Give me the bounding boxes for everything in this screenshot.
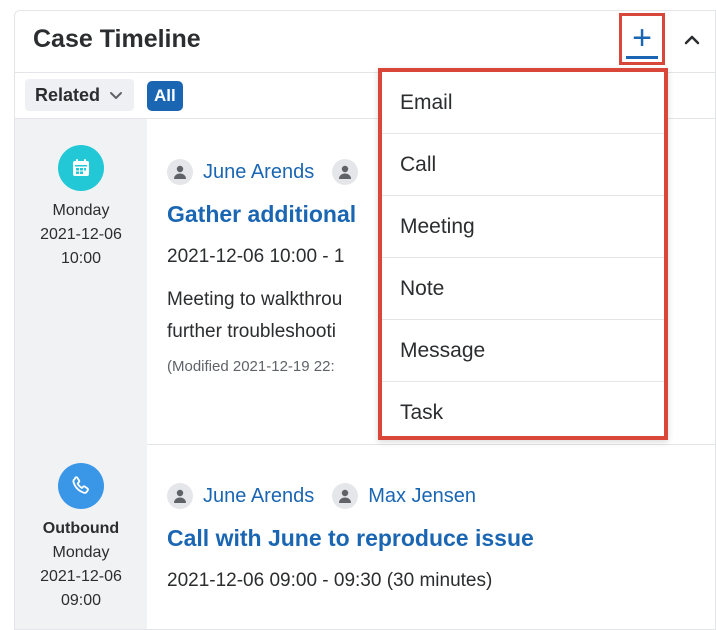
menu-item-meeting[interactable]: Meeting [382, 196, 664, 258]
menu-item-call[interactable]: Call [382, 134, 664, 196]
participant[interactable] [332, 159, 359, 185]
plus-icon: + [632, 19, 652, 57]
user-icon [332, 159, 359, 185]
entry-title-link[interactable]: Call with June to reproduce issue [167, 525, 687, 552]
participant-name: Max Jensen [368, 484, 477, 507]
add-activity-button[interactable]: + [619, 13, 665, 65]
entry-date: 2021-12-06 [40, 568, 122, 585]
phone-icon [58, 463, 104, 509]
participant[interactable]: June Arends [167, 159, 314, 185]
entry-participants: June Arends Max Jensen [167, 481, 687, 511]
entry-day: Monday [52, 202, 110, 219]
menu-item-email[interactable]: Email [382, 72, 664, 134]
add-activity-menu: Email Call Meeting Note Message Task [378, 68, 668, 440]
chevron-down-icon [110, 92, 123, 99]
entry-date: 2021-12-06 [40, 226, 122, 243]
entry-content: June Arends Max Jensen Call with June to… [167, 481, 687, 592]
user-icon [167, 483, 193, 509]
timeline-entry-call: Outbound Monday 2021-12-06 09:00 June Ar… [15, 445, 715, 629]
related-label: Related [35, 84, 101, 105]
chevron-up-icon [684, 35, 700, 45]
collapse-button[interactable] [679, 27, 705, 53]
filter-all-pill[interactable]: All [147, 81, 183, 111]
related-dropdown[interactable]: Related [25, 79, 135, 111]
calendar-icon [58, 145, 104, 191]
entry-date-column: Monday 2021-12-06 10:00 [15, 145, 147, 271]
entry-day: Monday [52, 544, 110, 561]
user-icon [332, 483, 359, 509]
participant[interactable]: June Arends [167, 483, 314, 509]
entry-time-range: 2021-12-06 09:00 - 09:30 (30 minutes) [167, 570, 493, 591]
entry-time: 09:00 [60, 592, 102, 609]
call-direction: Outbound [42, 520, 120, 537]
menu-item-task[interactable]: Task [382, 382, 664, 444]
panel-title: Case Timeline [33, 25, 201, 53]
participant[interactable]: Max Jensen [332, 483, 476, 509]
user-icon [167, 159, 193, 185]
participant-name: June Arends [203, 160, 315, 183]
panel-header: Case Timeline + [15, 11, 715, 73]
menu-item-message[interactable]: Message [382, 320, 664, 382]
participant-name: June Arends [203, 484, 315, 507]
entry-time: 10:00 [60, 250, 102, 267]
entry-date-column: Outbound Monday 2021-12-06 09:00 [15, 463, 147, 613]
menu-item-note[interactable]: Note [382, 258, 664, 320]
active-underline [626, 56, 658, 59]
